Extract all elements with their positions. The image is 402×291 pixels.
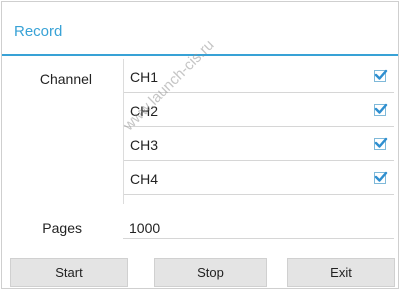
title-divider: [2, 54, 398, 56]
channel-label: Channel: [39, 71, 92, 87]
channel-name: CH3: [130, 137, 159, 153]
ch2-checkbox[interactable]: [374, 103, 388, 116]
checkmark-icon: [374, 103, 388, 114]
ch1-checkbox[interactable]: [374, 69, 388, 82]
checkmark-icon: [374, 171, 388, 182]
pages-input-underline: [123, 238, 394, 239]
channel-item-ch3[interactable]: CH3: [124, 127, 394, 161]
checkmark-icon: [374, 69, 388, 80]
checkmark-icon: [374, 137, 388, 148]
pages-input[interactable]: 1000: [129, 220, 160, 236]
stop-button[interactable]: Stop: [154, 258, 267, 287]
dialog-title: Record: [14, 23, 63, 40]
channel-item-ch4[interactable]: CH4: [124, 161, 394, 195]
ch4-checkbox[interactable]: [374, 171, 388, 184]
channel-name: CH1: [130, 69, 159, 85]
channel-list: CH1 CH2 CH3 CH4: [123, 59, 394, 204]
channel-item-ch2[interactable]: CH2: [124, 93, 394, 127]
ch3-checkbox[interactable]: [374, 137, 388, 150]
start-button[interactable]: Start: [10, 258, 128, 287]
channel-name: CH4: [130, 171, 159, 187]
channel-item-ch1[interactable]: CH1: [124, 59, 394, 93]
record-dialog: Record Channel CH1 CH2 CH3 CH4 Pages 100…: [1, 1, 399, 289]
channel-name: CH2: [130, 103, 159, 119]
pages-label: Pages: [42, 220, 82, 236]
exit-button[interactable]: Exit: [287, 258, 395, 287]
